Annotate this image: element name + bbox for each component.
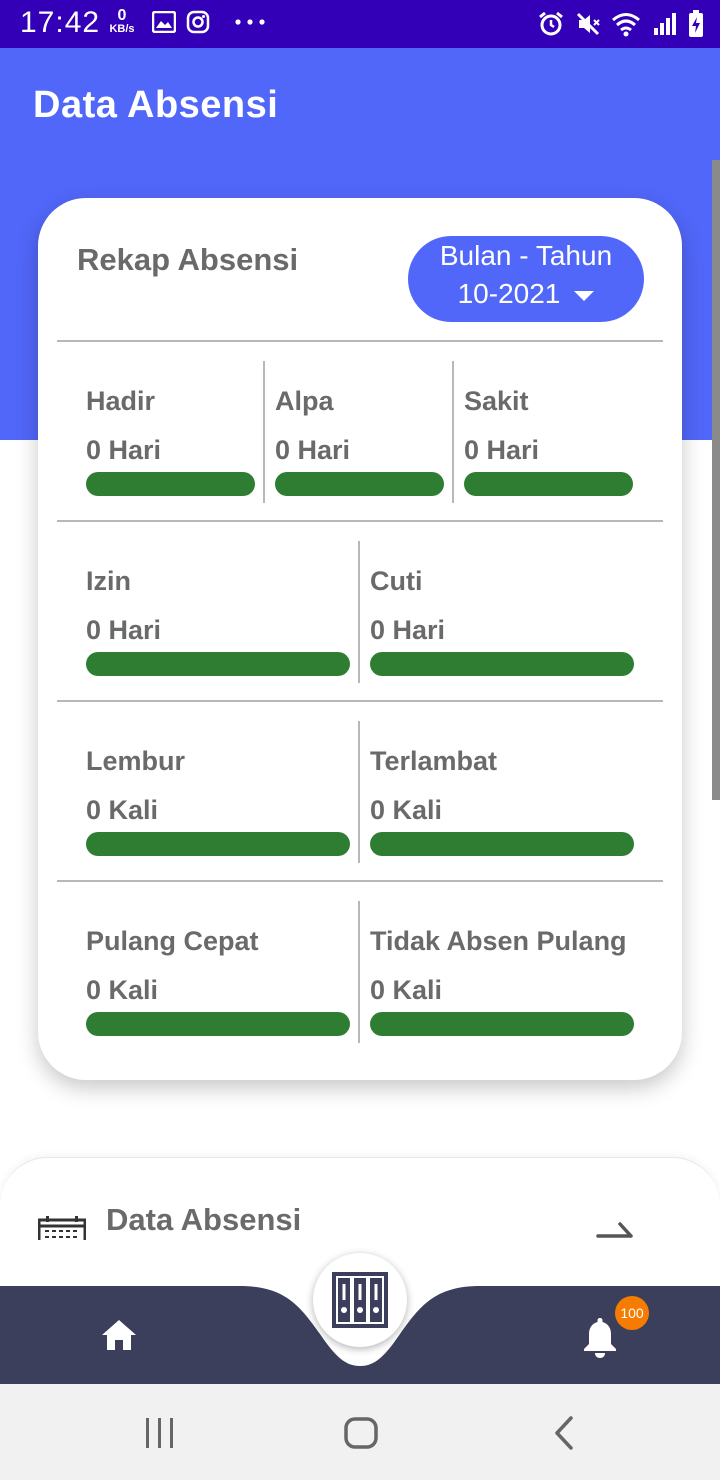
calendar-icon [38,1216,86,1240]
recap-card: Rekap Absensi Bulan - Tahun 10-2021 Hadi… [38,198,682,1080]
stat-label: Pulang Cepat [86,926,259,956]
status-right-icons [532,10,704,38]
stat-progress-bar [86,1012,350,1036]
divider [57,700,663,702]
stat-value: 0 Hari [275,435,351,465]
system-nav-bar [0,1384,720,1480]
stat-label: Cuti [370,566,423,596]
stat-progress-bar [86,652,350,676]
divider [57,880,663,882]
stat-value: 0 Kali [370,795,443,825]
status-bar: 17:42 0 KB/s [0,0,720,48]
divider [57,520,663,522]
chevron-down-icon [574,290,595,301]
stat-value: 0 Hari [370,615,446,645]
archive-button[interactable] [313,1253,407,1347]
stat-progress-bar [370,832,634,856]
stat-progress-bar [370,652,634,676]
battery-charging-icon [689,10,703,37]
stat-progress-bar [86,472,255,496]
menu-title: Data Absensi [106,1202,302,1237]
stat-progress-bar [86,832,350,856]
column-divider [263,361,265,503]
stat-value: 0 Kali [86,795,159,825]
archive-files-icon [332,1272,388,1328]
stat-label: Terlambat [370,746,498,776]
stat-value: 0 Hari [464,435,540,465]
column-divider [358,541,360,683]
scrollbar[interactable] [712,160,720,800]
net-speed: 0 KB/s [106,8,138,35]
stat-label: Sakit [464,386,529,416]
period-dropdown[interactable]: Bulan - Tahun 10-2021 [408,236,644,322]
back-icon[interactable] [551,1414,577,1452]
column-divider [452,361,454,503]
mute-icon [576,12,600,36]
wifi-icon [612,13,641,37]
notification-badge: 100 [615,1296,649,1330]
period-value-row: 10-2021 [408,278,644,310]
alarm-icon [539,11,564,36]
home-circle-icon[interactable] [343,1414,379,1452]
stat-label: Lembur [86,746,186,776]
home-icon[interactable] [100,1318,138,1352]
column-divider [358,901,360,1043]
stat-value: 0 Kali [86,975,159,1005]
recap-title: Rekap Absensi [77,242,299,277]
signal-icon [653,13,676,35]
page-title: Data Absensi [33,84,279,126]
stat-progress-bar [275,472,444,496]
status-time: 17:42 [20,6,101,39]
stat-label: Alpa [275,386,334,416]
arrow-right-icon[interactable] [596,1220,634,1240]
instagram-icon [187,10,210,34]
net-speed-unit: KB/s [109,23,135,35]
period-value: 10-2021 [457,278,561,309]
stat-value: 0 Hari [86,615,162,645]
column-divider [358,721,360,863]
more-dots-icon [235,19,265,25]
stat-label: Izin [86,566,131,596]
recent-apps-icon[interactable] [143,1414,177,1452]
bell-icon[interactable] [582,1316,618,1358]
status-left-icons [146,10,267,38]
stat-value: 0 Kali [370,975,443,1005]
stat-value: 0 Hari [86,435,162,465]
stat-progress-bar [370,1012,634,1036]
stat-label: Hadir [86,386,156,416]
period-label: Bulan - Tahun [439,240,613,271]
divider [57,340,663,342]
stat-progress-bar [464,472,633,496]
image-icon [152,11,176,33]
net-speed-value: 0 [117,7,127,24]
stat-label: Tidak Absen Pulang [370,926,627,956]
